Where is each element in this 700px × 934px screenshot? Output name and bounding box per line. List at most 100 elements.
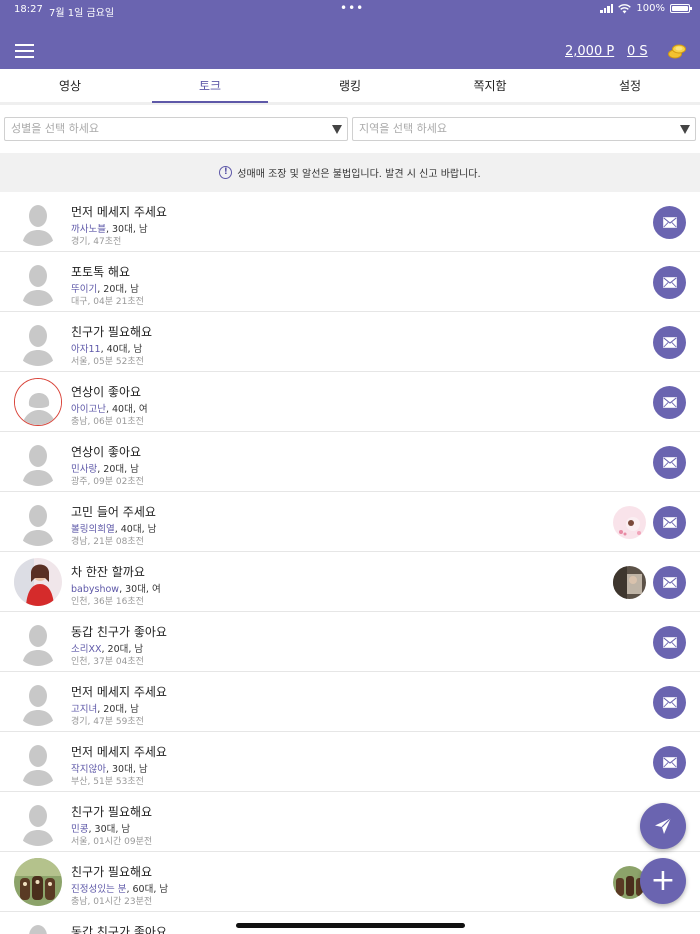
dropdown-arrow-icon (332, 125, 342, 134)
status-date: 7월 1일 금요일 (49, 8, 115, 19)
envelope-icon (662, 697, 677, 708)
post-meta: 아이고난, 40대, 여 (71, 401, 148, 415)
menu-icon[interactable] (15, 44, 34, 58)
post-location-time: 광주, 09분 02초전 (71, 477, 144, 487)
talk-list-item[interactable]: 친구가 필요해요 아자11, 40대, 남 서울, 05분 52초전 (0, 312, 700, 372)
post-title: 친구가 필요해요 (71, 865, 153, 879)
battery-percent: 100% (636, 3, 665, 14)
avatar[interactable] (14, 318, 62, 366)
send-message-button[interactable] (653, 386, 686, 419)
post-location-time: 대구, 04분 21초전 (71, 297, 144, 307)
avatar[interactable] (14, 258, 62, 306)
post-title: 고민 들어 주세요 (71, 505, 156, 519)
wifi-icon (618, 3, 632, 13)
talk-list-item[interactable]: 고민 들어 주세요 볼링의희열, 40대, 남 경남, 21분 08초전 (0, 492, 700, 552)
avatar[interactable] (14, 678, 62, 726)
talk-list-item[interactable]: 연상이 좋아요아이고난, 40대, 여충남, 06분 01초전 (0, 372, 700, 432)
avatar[interactable] (14, 738, 62, 786)
envelope-icon (662, 217, 677, 228)
post-meta: 고지녀, 20대, 남 (71, 701, 139, 715)
region-select-placeholder: 지역을 선택 하세요 (359, 122, 447, 135)
tab-talk[interactable]: 토크 (140, 69, 280, 103)
paper-plane-icon (655, 817, 672, 834)
envelope-icon (662, 337, 677, 348)
talk-list-item[interactable]: 친구가 필요해요 민콩, 30대, 남 서울, 01시간 09분전 (0, 792, 700, 852)
avatar[interactable] (14, 498, 62, 546)
post-meta: 진정성있는 분, 60대, 남 (71, 881, 168, 895)
send-message-button[interactable] (653, 506, 686, 539)
filter-bar: 성별을 선택 하세요 지역을 선택 하세요 (0, 117, 700, 141)
gender-select[interactable]: 성별을 선택 하세요 (4, 117, 348, 141)
talk-list-item[interactable]: 먼저 메세지 주세요 고지녀, 20대, 남 경기, 47분 59초전 (0, 672, 700, 732)
envelope-icon (662, 457, 677, 468)
talk-list-item[interactable]: 동갑 친구가 좋아요 소리XX, 20대, 남 인천, 37분 04초전 (0, 612, 700, 672)
avatar[interactable] (14, 618, 62, 666)
tab-settings[interactable]: 설정 (560, 69, 700, 102)
envelope-icon (662, 637, 677, 648)
avatar[interactable] (14, 198, 62, 246)
post-meta: 아자11, 40대, 남 (71, 341, 142, 355)
send-fab-button[interactable] (640, 803, 686, 849)
post-title: 먼저 메세지 주세요 (71, 745, 167, 759)
send-message-button[interactable] (653, 206, 686, 239)
post-title: 먼저 메세지 주세요 (71, 685, 167, 699)
photo-thumbnail[interactable] (613, 506, 646, 539)
talk-list-item[interactable]: 먼저 메세지 주세요 까사노블, 30대, 남 경기, 47초전 (0, 192, 700, 252)
post-title: 먼저 메세지 주세요 (71, 205, 167, 219)
post-location-time: 경기, 47초전 (71, 237, 122, 247)
region-select[interactable]: 지역을 선택 하세요 (352, 117, 696, 141)
send-message-button[interactable] (653, 686, 686, 719)
status-bar: 18:27 7월 1일 금요일 ••• 100% (0, 0, 700, 20)
post-title: 친구가 필요해요 (71, 805, 153, 819)
post-location-time: 인천, 37분 04초전 (71, 657, 144, 667)
post-title: 동갑 친구가 좋아요 (71, 625, 167, 639)
avatar[interactable] (14, 378, 62, 426)
talk-list-item[interactable]: 차 한잔 할까요 babyshow, 30대, 여인천, 36분 16초전 (0, 552, 700, 612)
points-link[interactable]: 2,000 P (565, 44, 614, 59)
envelope-icon (662, 277, 677, 288)
post-title: 연상이 좋아요 (71, 385, 142, 399)
talk-list-item[interactable]: 포토톡 해요 뚜이기, 20대, 남 대구, 04분 21초전 (0, 252, 700, 312)
post-location-time: 충남, 06분 01초전 (71, 417, 144, 427)
send-message-button[interactable] (653, 746, 686, 779)
post-meta: 작지않아, 30대, 남 (71, 761, 148, 775)
avatar[interactable] (14, 438, 62, 486)
multitask-dots[interactable]: ••• (340, 1, 364, 15)
photo-thumbnail[interactable] (613, 566, 646, 599)
signal-icon (600, 4, 614, 13)
talk-list-item[interactable]: 연상이 좋아요 민사랑, 20대, 남 광주, 09분 02초전 (0, 432, 700, 492)
avatar[interactable] (14, 858, 62, 906)
post-title: 동갑 친구가 좋아요 (71, 925, 167, 934)
send-message-button[interactable] (653, 566, 686, 599)
post-title: 연상이 좋아요 (71, 445, 142, 459)
tab-ranking[interactable]: 랭킹 (280, 69, 420, 102)
avatar[interactable] (14, 558, 62, 606)
envelope-icon (662, 517, 677, 528)
envelope-icon (662, 577, 677, 588)
main-tabs: 영상 토크 랭킹 쪽지함 설정 (0, 69, 700, 105)
tab-messages[interactable]: 쪽지함 (420, 69, 560, 102)
seconds-link[interactable]: 0 S (627, 44, 648, 59)
notice-text: 성매매 조장 및 알선은 불법입니다. 발견 시 신고 바랍니다. (237, 169, 481, 180)
post-location-time: 서울, 05분 52초전 (71, 357, 144, 367)
post-title: 차 한잔 할까요 (71, 565, 145, 579)
post-location-time: 인천, 36분 16초전 (71, 597, 144, 607)
send-message-button[interactable] (653, 266, 686, 299)
tab-video[interactable]: 영상 (0, 69, 140, 102)
talk-list-item[interactable]: 먼저 메세지 주세요 작지않아, 30대, 남 부산, 51분 53초전 (0, 732, 700, 792)
status-time: 18:27 (14, 4, 43, 15)
coin-icon[interactable] (668, 43, 686, 59)
envelope-icon (662, 397, 677, 408)
app-header: 18:27 7월 1일 금요일 ••• 100% 2,000 P 0 S (0, 0, 700, 69)
post-location-time: 경남, 21분 08초전 (71, 537, 144, 547)
send-message-button[interactable] (653, 626, 686, 659)
status-right: 100% (600, 3, 692, 14)
talk-list-item[interactable]: 친구가 필요해요 진정성있는 분, 60대, 남 충남, 01시간 23분전 (0, 852, 700, 912)
post-meta: babyshow, 30대, 여 (71, 581, 161, 595)
avatar[interactable] (14, 798, 62, 846)
avatar[interactable] (14, 918, 62, 934)
send-message-button[interactable] (653, 446, 686, 479)
send-message-button[interactable] (653, 326, 686, 359)
add-fab-button[interactable]: + (640, 858, 686, 904)
talk-list: 먼저 메세지 주세요 까사노블, 30대, 남 경기, 47초전 포토톡 해요 뚜이기,… (0, 192, 700, 934)
